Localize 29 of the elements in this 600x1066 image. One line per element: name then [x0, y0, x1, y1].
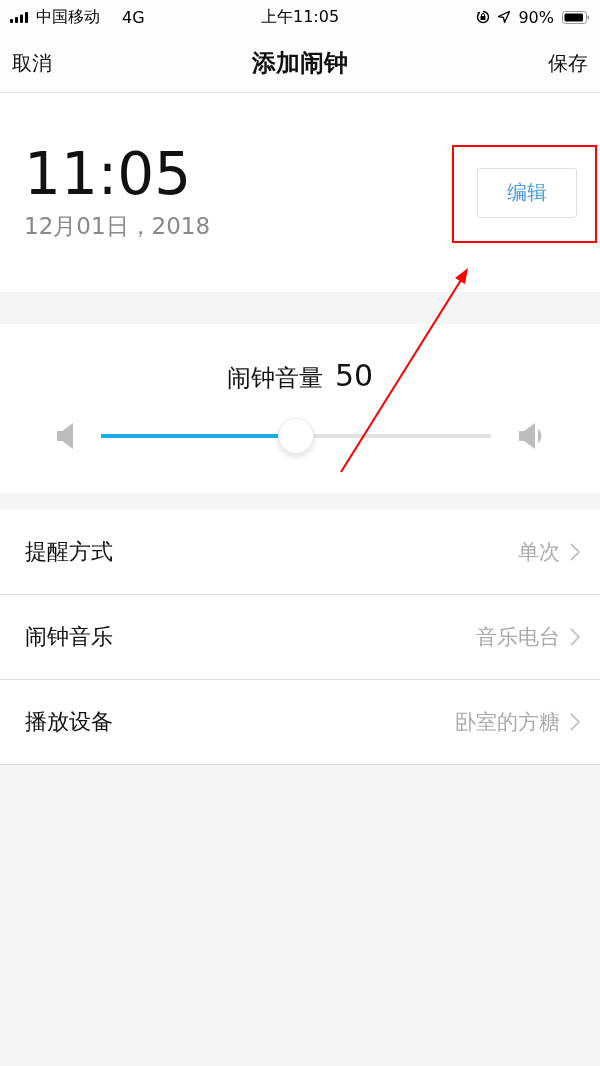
row-label: 播放设备: [25, 708, 113, 736]
page-title: 添加闹钟: [252, 48, 348, 79]
volume-value: 50: [334, 358, 374, 393]
chevron-right-icon: [570, 713, 580, 731]
alarm-time: 11:05: [24, 143, 193, 207]
signal-icon: [10, 11, 28, 23]
cancel-button[interactable]: 取消: [12, 49, 52, 77]
carrier-name: 中国移动: [36, 6, 100, 28]
chevron-right-icon: [570, 543, 580, 561]
rotation-lock-icon: [476, 10, 491, 24]
network-type: 4G: [122, 7, 145, 27]
row-label: 闹钟音乐: [25, 623, 113, 651]
slider-thumb[interactable]: [278, 418, 314, 454]
row-value: 音乐电台: [476, 624, 560, 651]
battery-icon: [562, 10, 590, 24]
location-arrow-icon: [498, 11, 511, 23]
battery-percent: 90%: [518, 7, 554, 27]
chevron-right-icon: [570, 628, 580, 646]
row-value: 卧室的方糖: [455, 709, 560, 736]
settings-row[interactable]: 播放设备 卧室的方糖: [0, 680, 600, 765]
speaker-icon: [57, 423, 73, 449]
row-label: 提醒方式: [25, 538, 113, 566]
status-time: 上午11:05: [260, 6, 340, 28]
alarm-date: 12月01日，2018: [24, 211, 211, 241]
settings-row[interactable]: 提醒方式 单次: [0, 510, 600, 595]
save-button[interactable]: 保存: [548, 49, 588, 77]
settings-row[interactable]: 闹钟音乐 音乐电台: [0, 595, 600, 680]
row-value: 单次: [518, 539, 560, 566]
volume-label: 闹钟音量: [226, 363, 323, 394]
